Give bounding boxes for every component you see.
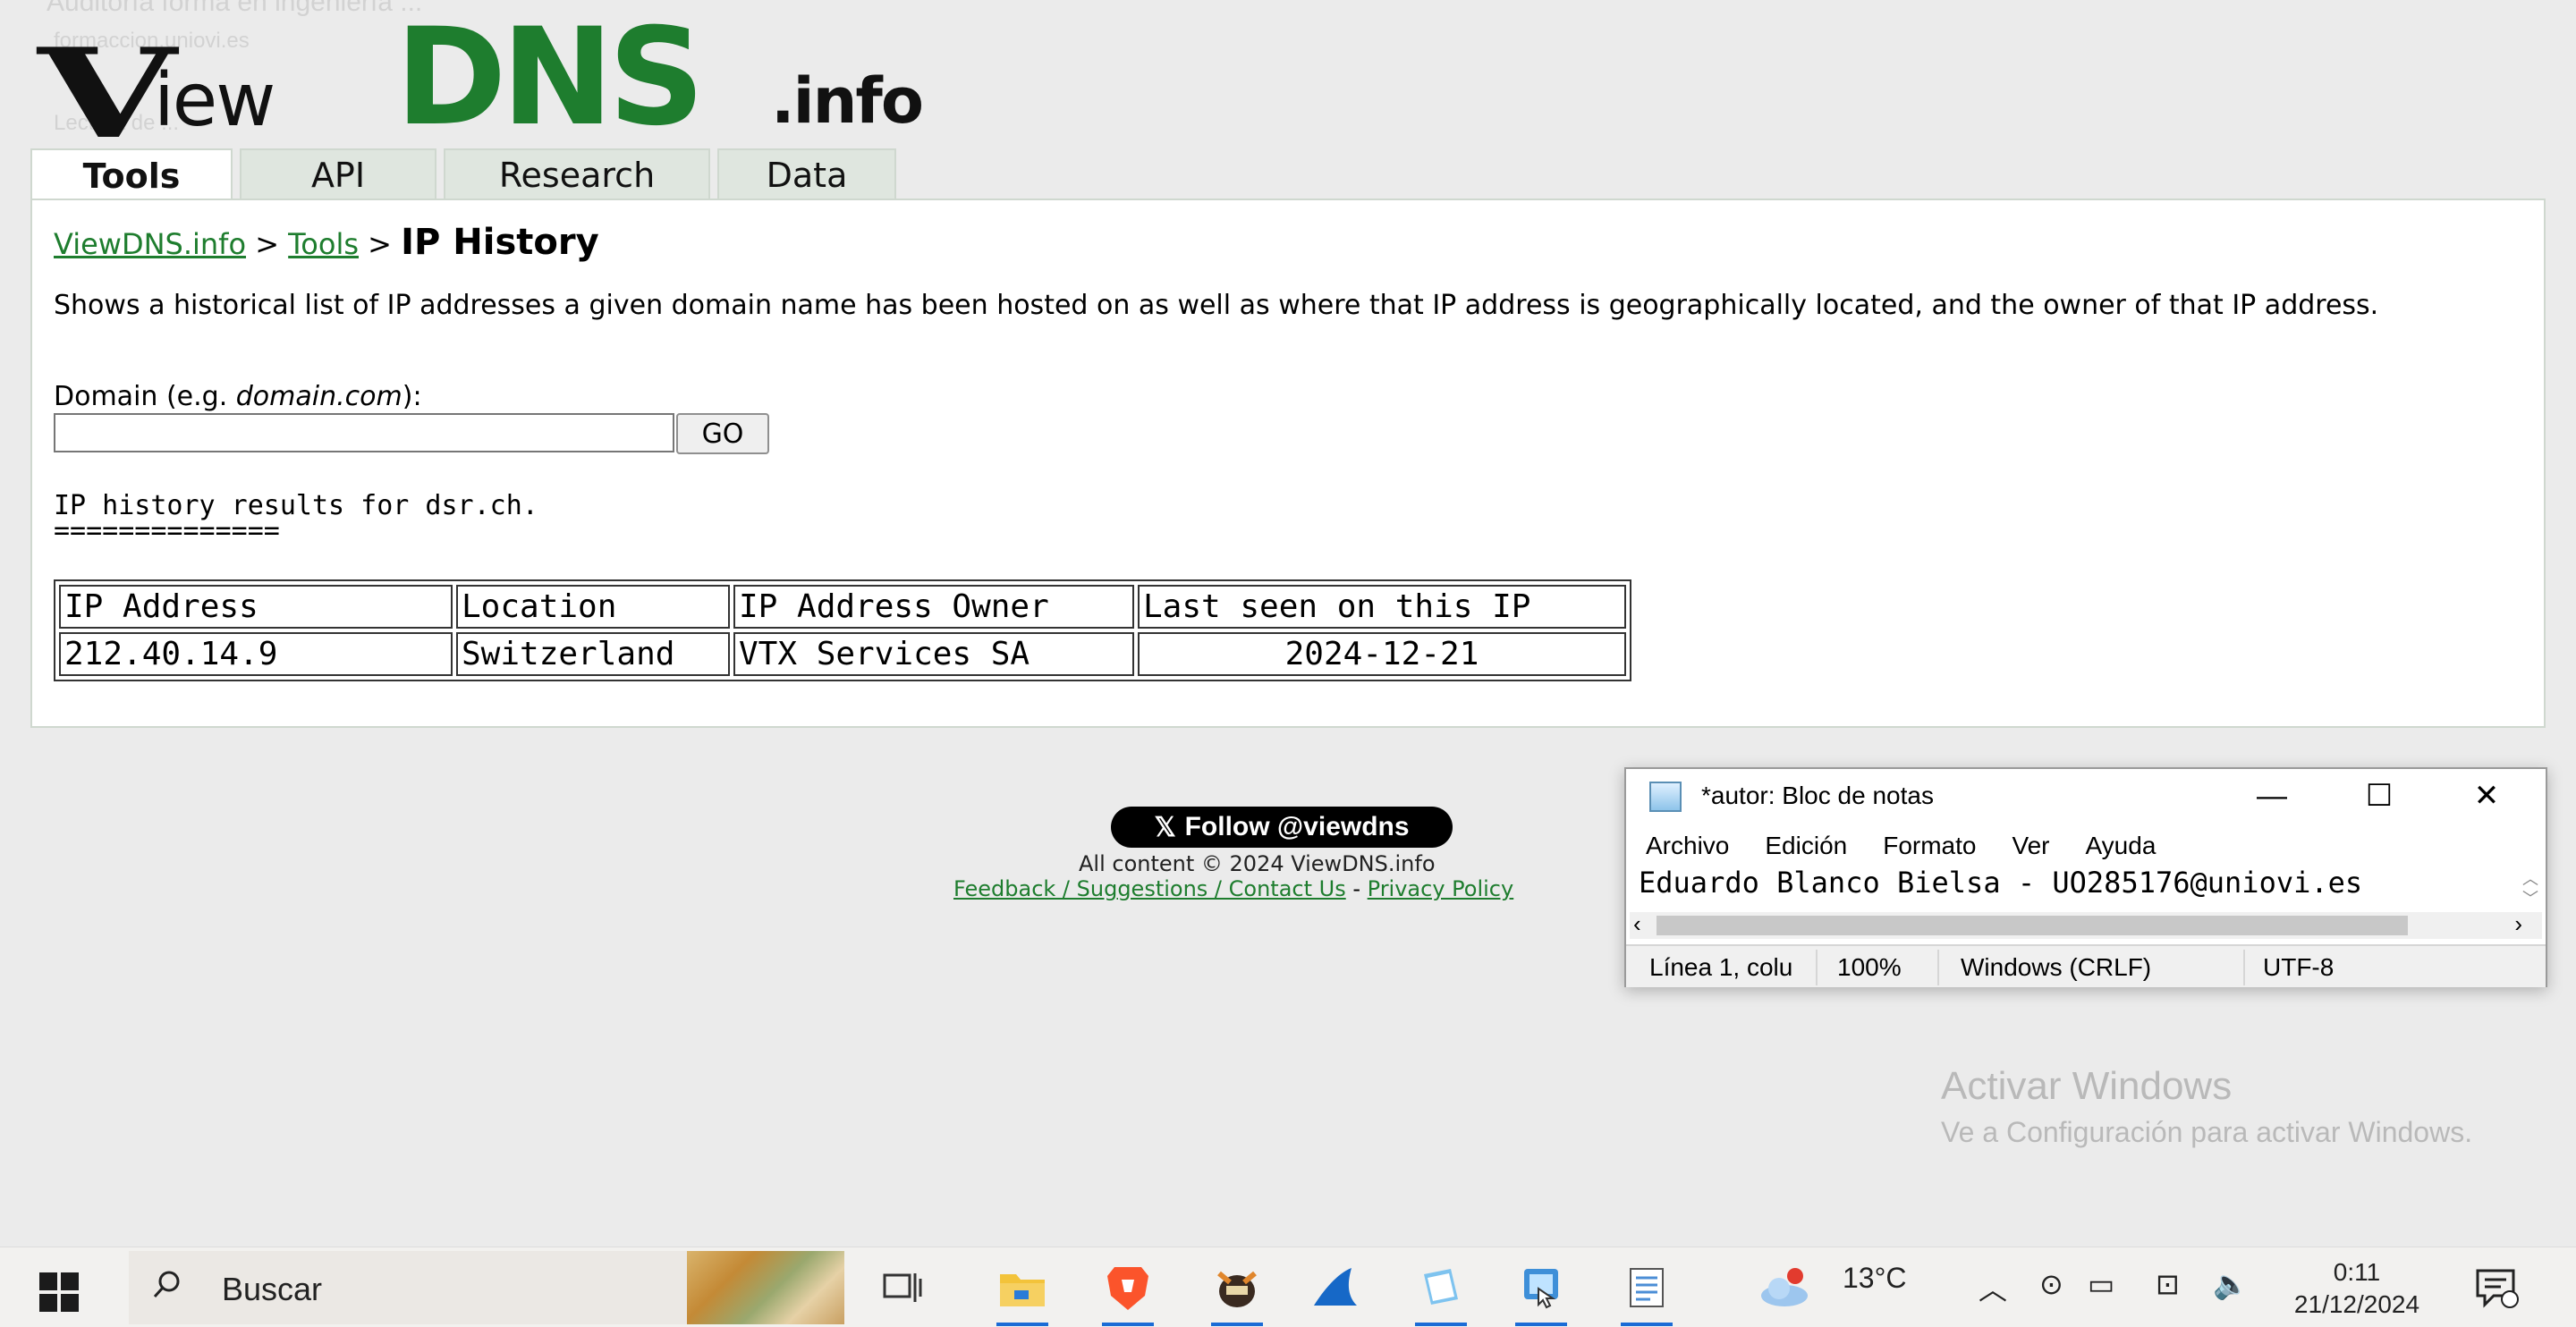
tab-research[interactable]: Research [444,148,710,200]
scroll-left-icon[interactable]: ‹ [1633,910,1641,938]
minimize-icon[interactable]: — [2218,769,2326,823]
table-row: 212.40.14.9 Switzerland VTX Services SA … [59,632,1626,676]
notepad-statusbar: Línea 1, colu 100% Windows (CRLF) UTF-8 [1626,944,2546,987]
show-hidden-icons-chevron-icon[interactable]: ︿ [1979,1267,2007,1308]
status-divider [1816,950,1818,985]
search-highlight-image [687,1251,844,1324]
domain-input[interactable] [54,413,674,452]
weather-cloud-icon[interactable] [1755,1260,1814,1315]
x-logo-icon: 𝕏 [1154,812,1176,842]
cell-ip: 212.40.14.9 [59,632,453,676]
activate-windows-body: Ve a Configuración para activar Windows. [1941,1116,2473,1148]
copyright-text: All content © 2024 ViewDNS.info [1079,851,1436,876]
logo-dns: DNS [395,0,705,156]
wireshark-icon[interactable] [1306,1260,1365,1315]
domain-label-example: domain.com [235,381,402,412]
taskbar-search[interactable]: Buscar [129,1251,844,1324]
follow-twitter-button[interactable]: 𝕏 Follow @viewdns [1111,807,1453,848]
go-button[interactable]: GO [676,413,769,454]
notepad-alt-icon[interactable] [1617,1260,1676,1326]
tab-tools[interactable]: Tools [30,148,233,202]
vertical-scroll-arrows-icon[interactable]: ︿ ﹀ [2521,869,2540,909]
notepad-app-icon [1649,782,1682,812]
breadcrumb-separator: > [255,227,279,261]
scroll-right-icon[interactable]: › [2514,910,2522,938]
brave-browser-icon[interactable] [1098,1260,1157,1326]
results-rule: ============== [54,515,280,546]
notepad-menubar: Archivo Edición Formato Ver Ayuda [1646,832,2156,860]
scroll-thumb[interactable] [1657,916,2408,935]
weather-temperature[interactable]: 13°C [1843,1262,1907,1295]
horizontal-scrollbar[interactable]: ‹ › [1630,910,2542,939]
search-icon [153,1271,180,1298]
status-cursor-position: Línea 1, colu [1649,953,1793,981]
battery-icon[interactable]: ▭ [2088,1267,2114,1301]
maximize-icon[interactable]: ☐ [2326,769,2433,823]
notepad-text-area[interactable]: Eduardo Blanco Bielsa - UO285176@uniovi.… [1639,866,2362,900]
taskbar-clock[interactable]: 0:11 21/12/2024 [2281,1256,2433,1321]
page-title: IP History [401,222,599,263]
tool-description: Shows a historical list of IP addresses … [54,290,2379,321]
column-header-ip: IP Address [59,585,453,629]
tab-api[interactable]: API [240,148,436,200]
main-tabs: Tools API Research Data [30,148,896,202]
column-header-last-seen: Last seen on this IP [1138,585,1626,629]
meet-now-icon[interactable]: ⊙ [2039,1267,2063,1301]
cell-location: Switzerland [456,632,730,676]
content-panel: ViewDNS.info > Tools > IP History Shows … [30,199,2546,728]
notepad-titlebar[interactable]: *autor: Bloc de notas — ☐ ✕ [1626,769,2546,823]
status-encoding: UTF-8 [2263,953,2334,981]
status-line-endings: Windows (CRLF) [1961,953,2152,981]
column-header-owner: IP Address Owner [733,585,1134,629]
cell-owner: VTX Services SA [733,632,1134,676]
tab-data[interactable]: Data [717,148,896,200]
breadcrumb-separator: > [368,227,392,261]
file-explorer-icon[interactable] [993,1260,1052,1326]
domain-label-suffix: ): [402,381,422,412]
status-divider [2243,950,2245,985]
volume-icon[interactable]: 🔈 [2213,1267,2249,1301]
footer-link-separator: - [1345,876,1368,901]
burp-suite-icon[interactable] [1208,1260,1267,1326]
windows-start-icon[interactable] [39,1272,79,1312]
table-header-row: IP Address Location IP Address Owner Las… [59,585,1626,629]
clock-time: 0:11 [2333,1258,2381,1286]
privacy-policy-link[interactable]: Privacy Policy [1368,876,1514,901]
status-zoom: 100% [1837,953,1902,981]
logo-v: V [38,21,176,166]
close-icon[interactable]: ✕ [2433,769,2540,823]
task-view-icon[interactable] [873,1260,932,1315]
menu-ver[interactable]: Ver [2012,832,2049,860]
notifications-icon[interactable] [2467,1260,2526,1315]
column-header-location: Location [456,585,730,629]
menu-archivo[interactable]: Archivo [1646,832,1729,860]
feedback-link[interactable]: Feedback / Suggestions / Contact Us [953,876,1346,901]
notepad-window[interactable]: *autor: Bloc de notas — ☐ ✕ Archivo Edic… [1624,767,2547,987]
taskbar: Buscar 13°C ︿ ⊙ ▭ ⊡ 🔈 0:11 21/12/2024 [0,1247,2576,1327]
notepad-task-icon[interactable] [1411,1260,1470,1326]
activate-windows-title: Activar Windows [1941,1064,2233,1108]
follow-label: Follow @viewdns [1184,812,1410,841]
clock-date: 21/12/2024 [2293,1290,2420,1318]
breadcrumb-home-link[interactable]: ViewDNS.info [54,227,246,261]
logo-iew: iew [154,58,275,143]
search-placeholder: Buscar [222,1271,323,1307]
menu-ayuda[interactable]: Ayuda [2086,832,2157,860]
network-icon[interactable]: ⊡ [2156,1267,2180,1301]
domain-field-label: Domain (e.g. domain.com): [54,381,422,412]
cell-last-seen: 2024-12-21 [1138,632,1626,676]
snipping-tool-icon[interactable] [1512,1260,1571,1326]
status-divider [1937,950,1939,985]
breadcrumb-tools-link[interactable]: Tools [288,227,359,261]
breadcrumb: ViewDNS.info > Tools > IP History [54,222,599,263]
menu-formato[interactable]: Formato [1883,832,1976,860]
ip-history-table: IP Address Location IP Address Owner Las… [54,579,1631,681]
menu-edicion[interactable]: Edición [1765,832,1847,860]
logo-info: .info [771,64,924,138]
domain-label-prefix: Domain (e.g. [54,381,236,412]
background-window-title: Auditoría forma en ingeniería ... [47,0,423,17]
footer-links: Feedback / Suggestions / Contact Us - Pr… [953,876,1513,901]
notepad-title: *autor: Bloc de notas [1701,782,1934,809]
